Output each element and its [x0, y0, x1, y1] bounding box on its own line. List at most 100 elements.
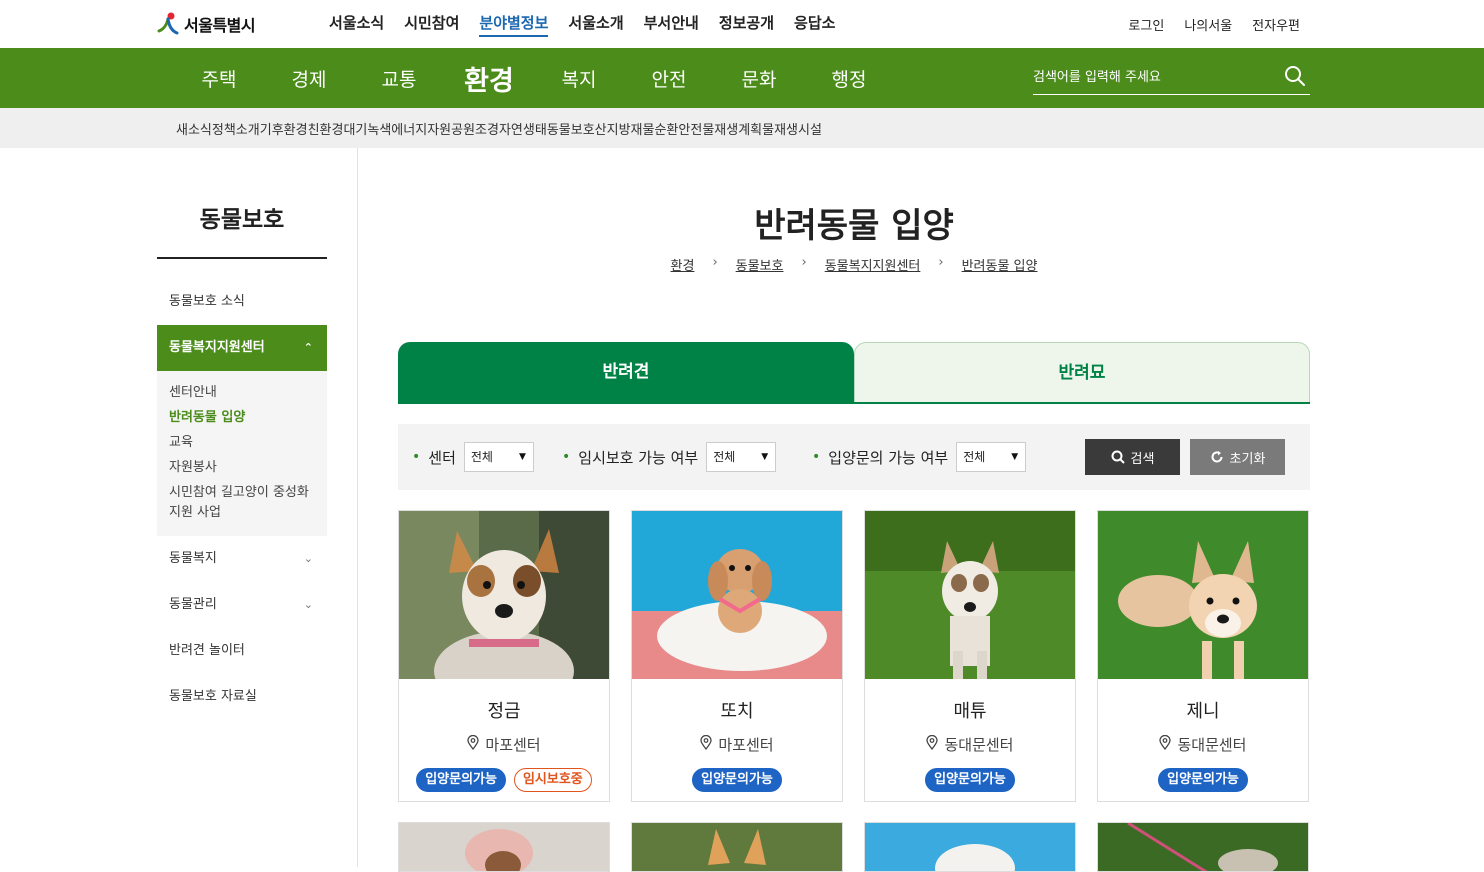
sidebar-subitem-volunteer[interactable]: 자원봉사 [169, 458, 327, 478]
sidebar-item-label: 반려견 놀이터 [169, 643, 245, 658]
site-search [1033, 62, 1310, 95]
filter-center: • 센터 전체 ▼ [412, 442, 534, 472]
sidebar: 동물보호 동물보호 소식 동물복지지원센터 ⌃ 센터안내 반려동물 입양 교육 … [157, 148, 327, 720]
tab-cat[interactable]: 반려묘 [854, 342, 1310, 402]
top-bar: 서울특별시 서울소식 시민참여 분야별정보 서울소개 부서안내 정보공개 응답소… [0, 0, 1484, 48]
sidebar-item-animal-welfare[interactable]: 동물복지 ⌄ [157, 536, 327, 582]
status-badge: 입양문의가능 [1158, 768, 1248, 792]
sidebar-subitem-stray-cat-neutering[interactable]: 시민참여 길고양이 중성화 지원 사업 [169, 483, 317, 523]
top-nav-item-field-info[interactable]: 분야별정보 [479, 12, 549, 37]
tab-dog[interactable]: 반려견 [398, 342, 854, 402]
logo-text: 서울특별시 [184, 16, 256, 35]
pet-card[interactable]: 매튜 동대문센터 입양문의가능 [864, 510, 1076, 802]
breadcrumb-item[interactable]: 반려동물 입양 [962, 255, 1038, 274]
search-icon[interactable] [1284, 65, 1306, 87]
breadcrumb-item[interactable]: 동물복지지원센터 [825, 255, 921, 274]
sidebar-subitem-education[interactable]: 교육 [169, 433, 327, 453]
pet-photo [632, 511, 842, 679]
sub-nav-item[interactable]: 동물보호 [547, 119, 595, 138]
pet-name: 정금 [487, 701, 521, 722]
pet-photo [865, 511, 1075, 679]
seoul-logo[interactable]: 서울특별시 [156, 10, 256, 38]
breadcrumb-separator-icon: › [801, 255, 807, 270]
category-housing[interactable]: 주택 [174, 65, 264, 92]
refresh-icon [1211, 451, 1223, 463]
seoul-logo-icon [157, 12, 179, 35]
pet-name: 제니 [1186, 701, 1220, 722]
location-pin-icon [926, 734, 939, 754]
sidebar-title: 동물보호 [157, 148, 327, 259]
category-traffic[interactable]: 교통 [354, 65, 444, 92]
top-nav-item-departments[interactable]: 부서안내 [644, 12, 699, 37]
top-nav-item-participation[interactable]: 시민참여 [404, 12, 459, 37]
breadcrumb-item[interactable]: 동물보호 [736, 255, 784, 274]
sub-nav-item[interactable]: 자원 [427, 119, 451, 138]
reset-button[interactable]: 초기화 [1190, 439, 1285, 475]
sub-nav-item[interactable]: 물순환안전 [643, 119, 703, 138]
sidebar-item-animal-management[interactable]: 동물관리 ⌄ [157, 582, 327, 628]
pet-badges: 입양문의가능 [865, 768, 1075, 792]
temp-care-select[interactable]: 전체 ▼ [706, 442, 777, 472]
location-pin-icon [467, 734, 480, 754]
pet-card[interactable]: 또치 마포센터 입양문의가능 [631, 510, 843, 802]
sub-nav-item[interactable]: 자연생태 [499, 119, 547, 138]
sub-nav-item[interactable]: 대기 [343, 119, 367, 138]
bullet-icon: • [562, 449, 571, 465]
category-economy[interactable]: 경제 [264, 65, 354, 92]
sub-nav-item[interactable]: 물재생계획 [702, 119, 762, 138]
category-welfare[interactable]: 복지 [534, 65, 624, 92]
login-link[interactable]: 로그인 [1128, 15, 1164, 34]
pet-card-partial[interactable] [398, 822, 610, 872]
category-environment[interactable]: 환경 [444, 59, 534, 98]
sidebar-item-label: 동물보호 자료실 [169, 689, 257, 704]
sub-nav: 새소식 정책소개 기후환경 친환경 대기 녹색에너지 자원 공원 조경 자연생태… [0, 108, 1484, 148]
filter-adoption-inquiry: • 입양문의 가능 여부 전체 ▼ [812, 442, 1027, 472]
pet-card-partial[interactable] [631, 822, 843, 872]
sidebar-item-dog-playground[interactable]: 반려견 놀이터 [157, 628, 327, 674]
email-link[interactable]: 전자우편 [1252, 15, 1300, 34]
sidebar-submenu: 센터안내 반려동물 입양 교육 자원봉사 시민참여 길고양이 중성화 지원 사업 [157, 371, 327, 536]
sub-nav-item[interactable]: 정책소개 [212, 119, 260, 138]
sub-nav-item[interactable]: 새소식 [176, 119, 212, 138]
search-button[interactable]: 검색 [1085, 439, 1180, 475]
pet-name: 또치 [720, 701, 754, 722]
my-seoul-link[interactable]: 나의서울 [1184, 15, 1232, 34]
pet-photo [1098, 511, 1308, 679]
center-select[interactable]: 전체 ▼ [463, 442, 534, 472]
sub-nav-item[interactable]: 친환경 [308, 119, 344, 138]
search-button-label: 검색 [1130, 451, 1155, 467]
pet-card[interactable]: 제니 동대문센터 입양문의가능 [1097, 510, 1309, 802]
top-nav-item-about[interactable]: 서울소개 [568, 12, 623, 37]
chevron-down-icon: ⌄ [303, 552, 313, 565]
sidebar-item-welfare-center[interactable]: 동물복지지원센터 ⌃ [157, 325, 327, 371]
category-culture[interactable]: 문화 [714, 65, 804, 92]
sidebar-item-resources[interactable]: 동물보호 자료실 [157, 674, 327, 720]
search-input[interactable] [1033, 62, 1273, 92]
top-nav-item-response[interactable]: 응답소 [794, 12, 835, 37]
breadcrumb: 환경 › 동물보호 › 동물복지지원센터 › 반려동물 입양 [398, 255, 1310, 274]
top-nav: 서울소식 시민참여 분야별정보 서울소개 부서안내 정보공개 응답소 [329, 12, 835, 37]
adoption-inquiry-select[interactable]: 전체 ▼ [956, 442, 1027, 472]
category-safety[interactable]: 안전 [624, 65, 714, 92]
sub-nav-item[interactable]: 물재생시설 [762, 119, 822, 138]
pet-card-partial[interactable] [1097, 822, 1309, 872]
top-nav-item-news[interactable]: 서울소식 [329, 12, 384, 37]
pet-type-tabs: 반려견 반려묘 [398, 342, 1310, 404]
sub-nav-item[interactable]: 녹색에너지 [367, 119, 427, 138]
sidebar-subitem-adoption[interactable]: 반려동물 입양 [169, 408, 327, 428]
sub-nav-item[interactable]: 조경 [475, 119, 499, 138]
top-nav-item-disclosure[interactable]: 정보공개 [719, 12, 774, 37]
pet-card[interactable]: 정금 마포센터 입양문의가능 임시보호중 [398, 510, 610, 802]
pet-center: 동대문센터 [1098, 734, 1308, 755]
sidebar-item-animal-news[interactable]: 동물보호 소식 [157, 279, 327, 325]
sub-nav-item[interactable]: 공원 [451, 119, 475, 138]
status-badge: 입양문의가능 [692, 768, 782, 792]
breadcrumb-item[interactable]: 환경 [671, 255, 695, 274]
pet-card-partial[interactable] [864, 822, 1076, 872]
sidebar-subitem-center-info[interactable]: 센터안내 [169, 383, 327, 403]
pet-center: 마포센터 [399, 734, 609, 755]
sidebar-item-label: 동물복지지원센터 [169, 340, 265, 355]
sub-nav-item[interactable]: 산지방재 [595, 119, 643, 138]
sub-nav-item[interactable]: 기후환경 [260, 119, 308, 138]
category-administration[interactable]: 행정 [804, 65, 894, 92]
